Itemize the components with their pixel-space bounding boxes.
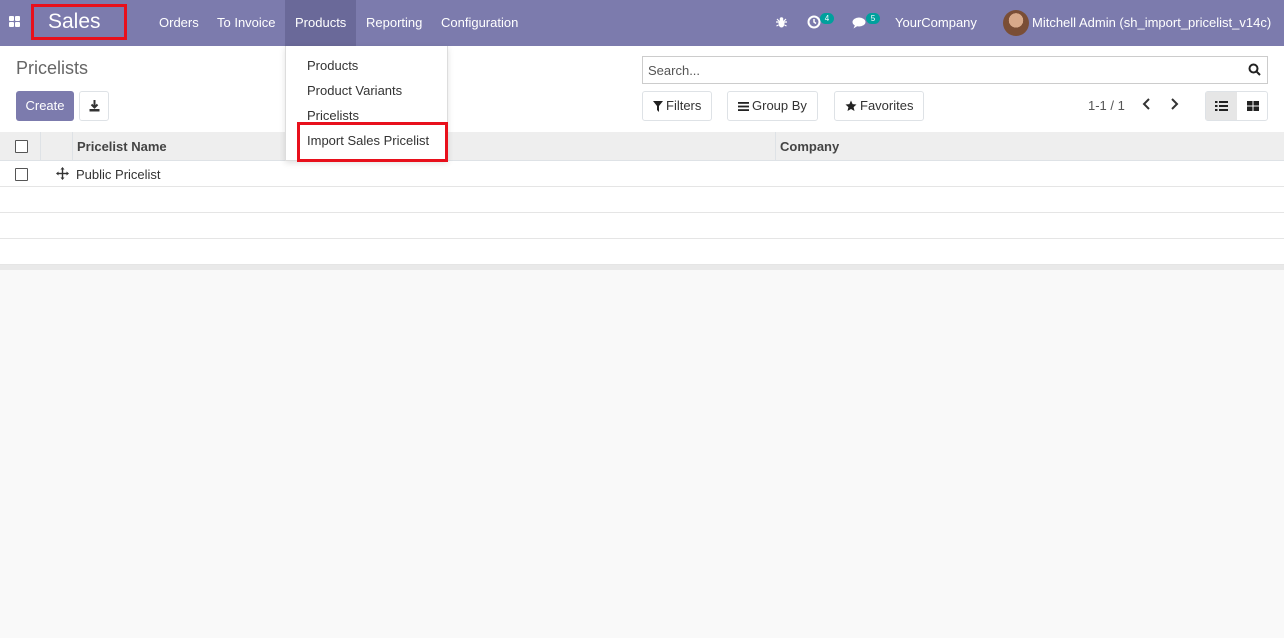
control-panel: Pricelists Create Filters Group By Favor… bbox=[0, 46, 1284, 133]
download-icon bbox=[89, 100, 100, 112]
dropdown-item-products[interactable]: Products bbox=[307, 58, 358, 73]
create-button[interactable]: Create bbox=[16, 91, 74, 121]
favorites-button[interactable]: Favorites bbox=[834, 91, 925, 121]
search-icon[interactable] bbox=[1248, 63, 1261, 79]
filter-funnel-icon bbox=[653, 100, 663, 112]
highlight-annotation bbox=[297, 122, 448, 162]
menu-orders[interactable]: Orders bbox=[149, 0, 209, 46]
company-switcher[interactable]: YourCompany bbox=[895, 0, 977, 46]
pricelist-name-cell: Public Pricelist bbox=[76, 167, 161, 182]
group-by-label: Group By bbox=[752, 98, 807, 113]
group-by-bars-icon bbox=[738, 101, 749, 111]
group-by-button[interactable]: Group By bbox=[727, 91, 818, 121]
filters-label: Filters bbox=[666, 98, 702, 113]
page-title: Pricelists bbox=[16, 58, 89, 78]
drag-handle-icon[interactable] bbox=[56, 167, 69, 180]
column-header-pricelist-name[interactable]: Pricelist Name bbox=[77, 139, 167, 154]
chevron-left-icon[interactable] bbox=[1142, 98, 1158, 114]
column-divider bbox=[40, 132, 41, 160]
table-row[interactable]: Public Pricelist bbox=[0, 161, 1284, 187]
kanban-grid-icon bbox=[1247, 101, 1259, 111]
table-row-empty bbox=[0, 239, 1284, 265]
dropdown-item-pricelists[interactable]: Pricelists bbox=[307, 108, 359, 123]
column-divider bbox=[72, 132, 73, 160]
pager-value[interactable]: 1-1 / 1 bbox=[1088, 98, 1125, 113]
filters-button[interactable]: Filters bbox=[642, 91, 713, 121]
view-switcher bbox=[1205, 91, 1268, 121]
menu-products[interactable]: Products bbox=[285, 0, 357, 46]
activity-clock-icon[interactable] bbox=[807, 15, 821, 31]
message-count-badge: 5 bbox=[866, 13, 880, 24]
export-button[interactable] bbox=[79, 91, 109, 121]
menu-to-invoice[interactable]: To Invoice bbox=[207, 0, 286, 46]
pricelist-table: Pricelist Name Company Public Pricelist bbox=[0, 132, 1284, 270]
search-input[interactable] bbox=[643, 57, 1233, 83]
kanban-view-button[interactable] bbox=[1237, 92, 1268, 120]
user-avatar[interactable] bbox=[1003, 10, 1029, 36]
chevron-right-icon[interactable] bbox=[1169, 98, 1185, 114]
select-all-checkbox[interactable] bbox=[15, 140, 28, 153]
row-checkbox[interactable] bbox=[15, 168, 28, 181]
list-view-button[interactable] bbox=[1206, 92, 1237, 120]
activity-count-badge: 4 bbox=[820, 13, 834, 24]
table-row-empty bbox=[0, 187, 1284, 213]
app-brand[interactable]: Sales bbox=[31, 4, 127, 40]
debug-bug-icon[interactable] bbox=[775, 16, 788, 30]
table-footer bbox=[0, 265, 1284, 270]
star-icon bbox=[845, 100, 857, 111]
dropdown-item-product-variants[interactable]: Product Variants bbox=[307, 83, 402, 98]
menu-reporting[interactable]: Reporting bbox=[356, 0, 432, 46]
search-box bbox=[642, 56, 1268, 84]
top-navbar: Sales Orders To Invoice Products Reporti… bbox=[0, 0, 1284, 46]
table-row-empty bbox=[0, 213, 1284, 239]
list-view-icon bbox=[1215, 101, 1228, 111]
favorites-label: Favorites bbox=[860, 98, 914, 113]
column-divider bbox=[775, 132, 776, 160]
user-menu[interactable]: Mitchell Admin (sh_import_pricelist_v14c… bbox=[1032, 0, 1271, 46]
table-header: Pricelist Name Company bbox=[0, 132, 1284, 161]
menu-configuration[interactable]: Configuration bbox=[431, 0, 528, 46]
apps-menu-icon[interactable] bbox=[9, 16, 23, 30]
column-header-company[interactable]: Company bbox=[780, 139, 839, 154]
